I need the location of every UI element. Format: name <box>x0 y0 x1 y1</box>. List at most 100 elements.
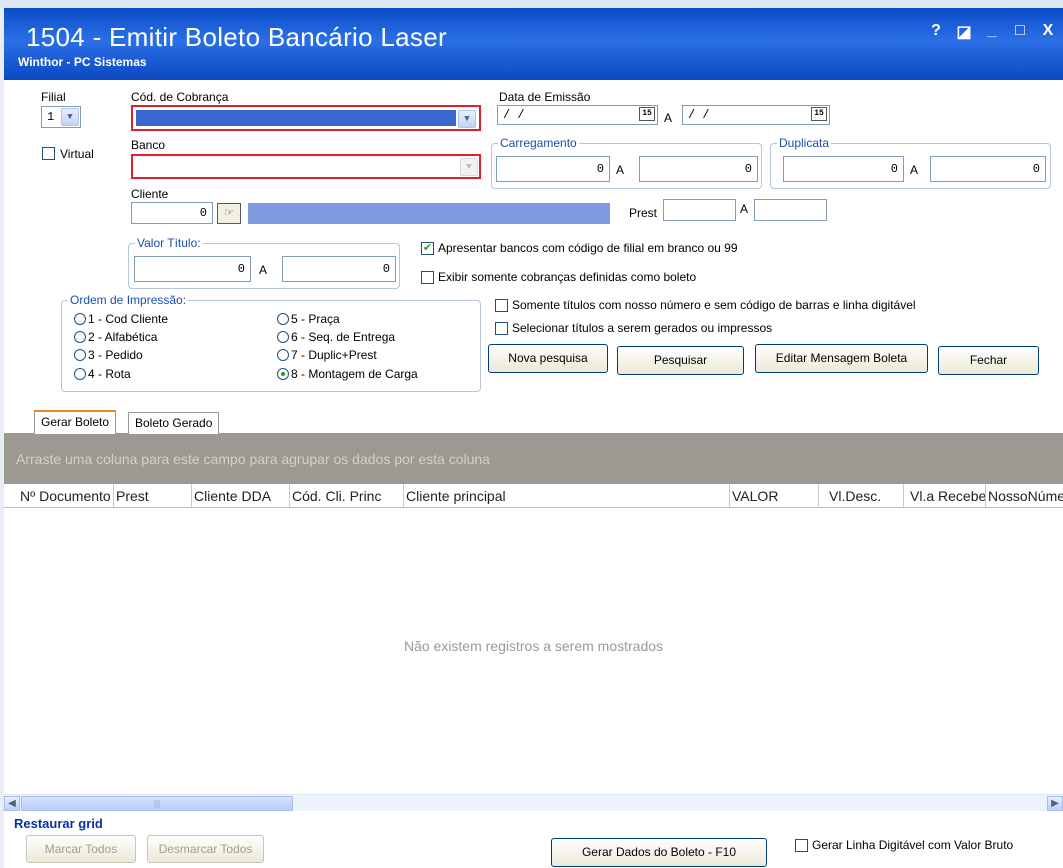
valor-from-input[interactable]: 0 <box>134 256 251 282</box>
radio-pedido-label: 3 - Pedido <box>88 348 143 362</box>
exibir-somente-checkbox[interactable] <box>421 271 434 284</box>
desktop-frame <box>0 0 1063 8</box>
radio-montagem-carga[interactable] <box>277 368 289 380</box>
col-cod-cli-princ[interactable]: Cód. Cli. Princ <box>290 484 404 508</box>
window-controls: ? ◪ _ □ X <box>927 22 1057 42</box>
cliente-code-input[interactable]: 0 <box>131 202 213 224</box>
data-emissao-from-input[interactable]: / / 15 <box>497 105 658 125</box>
radio-cod-cliente-label: 1 - Cod Cliente <box>88 312 169 326</box>
radio-pedido[interactable] <box>74 349 86 361</box>
tab-boleto-gerado[interactable]: Boleto Gerado <box>128 412 220 434</box>
banco-select[interactable]: ▼ <box>131 154 481 179</box>
apresentar-bancos-label: Apresentar bancos com código de filial e… <box>438 241 738 255</box>
close-button[interactable]: X <box>1039 22 1057 42</box>
help-button[interactable]: ? <box>927 22 945 42</box>
scroll-right-icon[interactable]: ▶ <box>1047 796 1063 811</box>
radio-seq-entrega-label: 6 - Seq. de Entrega <box>291 330 396 344</box>
radio-alfabetica[interactable] <box>74 331 86 343</box>
radio-praca[interactable] <box>277 313 289 325</box>
maximize-button[interactable]: □ <box>1011 22 1029 42</box>
carregamento-to-input[interactable]: 0 <box>639 156 758 182</box>
grid-empty-message: Não existem registros a serem mostrados <box>403 638 664 654</box>
col-vl-a-receber[interactable]: Vl.a Receber <box>904 484 986 508</box>
col-nosso-numero[interactable]: NossoNúmero <box>986 484 1063 508</box>
scroll-left-icon[interactable]: ◀ <box>4 796 20 811</box>
col-vl-desc[interactable]: Vl.Desc. <box>819 484 904 508</box>
virtual-checkbox[interactable] <box>42 147 55 160</box>
radio-rota-label: 4 - Rota <box>88 367 131 381</box>
radio-alfabetica-label: 2 - Alfabética <box>88 330 158 344</box>
editar-mensagem-button[interactable]: Editar Mensagem Boleta <box>755 344 928 373</box>
grid-horizontal-scrollbar[interactable]: ◀ ||| ▶ <box>4 794 1063 811</box>
col-cliente-principal[interactable]: Cliente principal <box>404 484 730 508</box>
carregamento-a-label: A <box>616 163 625 177</box>
tab-gerar-boleto[interactable]: Gerar Boleto <box>34 410 117 434</box>
duplicata-from-input[interactable]: 0 <box>783 156 904 182</box>
window-title: 1504 - Emitir Boleto Bancário Laser <box>26 22 447 52</box>
exibir-somente-label: Exibir somente cobranças definidas como … <box>438 270 697 284</box>
ordem-impressao-title: Ordem de Impressão: <box>68 293 189 307</box>
carregamento-title: Carregamento <box>498 136 579 150</box>
nova-pesquisa-button[interactable]: Nova pesquisa <box>488 344 608 373</box>
fechar-button[interactable]: Fechar <box>938 346 1039 375</box>
data-emissao-a-label: A <box>664 111 673 125</box>
search-client-icon[interactable]: ☞ <box>217 203 241 224</box>
radio-montagem-carga-label: 8 - Montagem de Carga <box>291 367 418 381</box>
grid-group-panel[interactable]: Arraste uma coluna para este campo para … <box>4 434 1063 484</box>
prest-to-input[interactable] <box>754 199 827 221</box>
filial-label: Filial <box>41 90 66 104</box>
radio-cod-cliente[interactable] <box>74 313 86 325</box>
cod-cobranca-select[interactable]: ▼ <box>131 105 481 131</box>
gerar-dados-boleto-button[interactable]: Gerar Dados do Boleto - F10 <box>551 838 767 867</box>
marcar-todos-button[interactable]: Marcar Todos <box>26 835 136 863</box>
main-window: 1504 - Emitir Boleto Bancário Laser Wint… <box>4 8 1063 868</box>
calendar-icon[interactable]: 15 <box>811 107 827 121</box>
cod-cobranca-selection <box>136 110 456 126</box>
prest-from-input[interactable] <box>663 199 736 221</box>
desmarcar-todos-button[interactable]: Desmarcar Todos <box>147 835 264 863</box>
data-emissao-to-input[interactable]: / / 15 <box>682 105 830 125</box>
title-bar: 1504 - Emitir Boleto Bancário Laser Wint… <box>4 8 1063 80</box>
banco-label: Banco <box>131 138 166 152</box>
calendar-icon[interactable]: 15 <box>639 107 655 121</box>
virtual-label: Virtual <box>60 147 94 161</box>
dropdown-arrow-icon[interactable]: ▼ <box>458 110 476 128</box>
radio-duplic-prest-label: 7 - Duplic+Prest <box>291 348 377 362</box>
radio-rota[interactable] <box>74 368 86 380</box>
apresentar-bancos-checkbox[interactable]: ✔ <box>421 242 434 255</box>
valor-to-input[interactable]: 0 <box>282 256 396 282</box>
restore-button[interactable]: ◪ <box>955 22 973 42</box>
restaurar-grid-link[interactable]: Restaurar grid <box>14 816 103 831</box>
radio-duplic-prest[interactable] <box>277 349 289 361</box>
pesquisar-button[interactable]: Pesquisar <box>617 346 744 375</box>
window-subtitle: Winthor - PC Sistemas <box>18 55 147 69</box>
carregamento-from-input[interactable]: 0 <box>496 156 610 182</box>
radio-praca-label: 5 - Praça <box>291 312 340 326</box>
col-n-documento[interactable]: Nº Documento <box>18 484 114 508</box>
cliente-label: Cliente <box>131 187 169 201</box>
data-emissao-label: Data de Emissão <box>499 90 591 104</box>
cod-cobranca-label: Cód. de Cobrança <box>131 90 229 104</box>
minimize-button[interactable]: _ <box>983 22 1001 42</box>
col-prest[interactable]: Prest <box>114 484 192 508</box>
radio-seq-entrega[interactable] <box>277 331 289 343</box>
col-valor[interactable]: VALOR <box>730 484 819 508</box>
selecionar-titulos-checkbox[interactable] <box>495 322 508 335</box>
somente-titulos-checkbox[interactable] <box>495 299 508 312</box>
footer-bar: Restaurar grid Marcar Todos Desmarcar To… <box>4 811 1063 868</box>
duplicata-to-input[interactable]: 0 <box>930 156 1046 182</box>
duplicata-a-label: A <box>910 163 919 177</box>
gerar-linha-checkbox[interactable] <box>795 839 808 852</box>
valor-titulo-title: Valor Título: <box>135 236 203 250</box>
data-emissao-to-value: / / <box>688 108 710 122</box>
dropdown-arrow-icon[interactable]: ▼ <box>460 158 478 176</box>
cliente-name-field <box>248 203 610 224</box>
dropdown-arrow-icon[interactable]: ▼ <box>61 108 79 126</box>
duplicata-title: Duplicata <box>777 136 832 150</box>
prest-a-label: A <box>740 202 749 216</box>
filial-value: 1 <box>47 110 55 124</box>
somente-titulos-label: Somente títulos com nosso número e sem c… <box>512 298 916 312</box>
col-cliente-dda[interactable]: Cliente DDA <box>192 484 290 508</box>
filial-select[interactable]: 1 ▼ <box>41 106 81 128</box>
scroll-thumb[interactable]: ||| <box>21 796 293 811</box>
